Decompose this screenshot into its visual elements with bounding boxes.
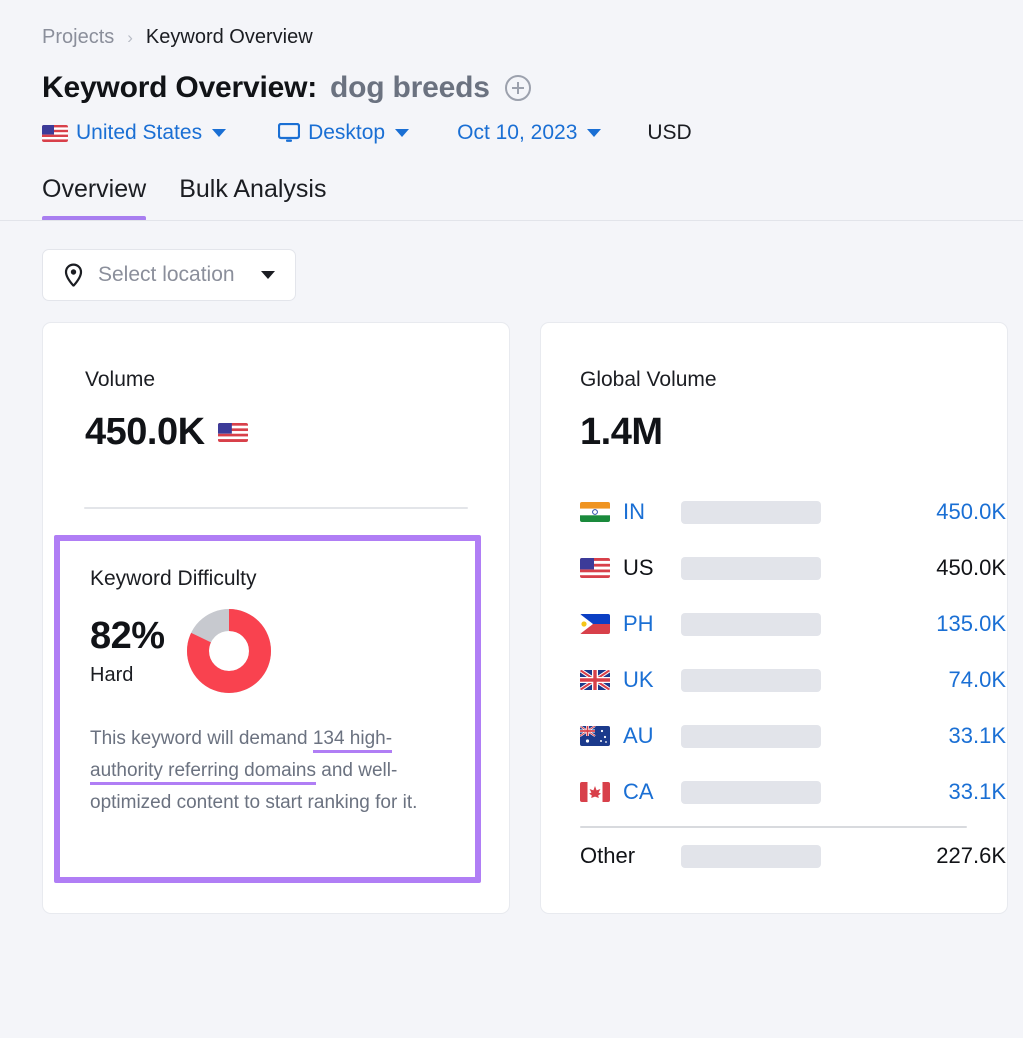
kd-desc-pre: This keyword will demand bbox=[90, 728, 313, 749]
country-volume-value[interactable]: 33.1K bbox=[821, 779, 1007, 805]
flag-us-icon bbox=[217, 423, 248, 442]
country-volume-value[interactable]: 135.0K bbox=[821, 611, 1007, 637]
country-volume-bar-track bbox=[681, 724, 821, 748]
country-filter[interactable]: United States bbox=[42, 121, 227, 145]
country-row-ca: CA 33.1K bbox=[580, 764, 1007, 820]
country-volume-bar-track bbox=[681, 500, 821, 524]
flag-au-image bbox=[580, 726, 610, 746]
country-row-us: US 450.0K bbox=[580, 540, 1007, 596]
country-volume-bar-track bbox=[681, 556, 821, 580]
page-title-keyword: dog breeds bbox=[330, 71, 490, 104]
device-filter-label: Desktop bbox=[308, 121, 386, 144]
flag-us-icon bbox=[580, 558, 610, 578]
keyword-difficulty-section: Keyword Difficulty 82% Hard This keyword… bbox=[60, 541, 475, 819]
tab-overview[interactable]: Overview bbox=[42, 175, 147, 221]
volume-value-row: 450.0K bbox=[85, 411, 509, 454]
country-row-in: IN 450.0K bbox=[580, 484, 1007, 540]
volume-section: Volume 450.0K bbox=[43, 323, 509, 454]
plus-circle-icon[interactable] bbox=[504, 75, 531, 101]
country-volume-value[interactable]: 450.0K bbox=[821, 499, 1007, 525]
flag-ca-image bbox=[580, 782, 610, 802]
keyword-difficulty-level: Hard bbox=[90, 664, 134, 686]
global-volume-value: 1.4M bbox=[580, 411, 663, 453]
country-volume-bar-track bbox=[681, 612, 821, 636]
flag-ca-icon bbox=[580, 782, 610, 802]
country-row-other: Other 227.6K bbox=[580, 828, 1007, 884]
flag-au-icon bbox=[580, 726, 610, 746]
tab-bulk-analysis[interactable]: Bulk Analysis bbox=[179, 175, 326, 221]
keyword-difficulty-score-text: 82% Hard bbox=[90, 615, 165, 687]
country-breakdown-list: IN 450.0K US 450.0K PH 135.0K UK 74.0K AU 33.1K CA… bbox=[580, 484, 1007, 820]
keyword-difficulty-percent: 82% bbox=[90, 615, 165, 657]
currency-label: USD bbox=[647, 121, 691, 145]
flag-uk-icon bbox=[580, 670, 610, 690]
chevron-down-icon bbox=[212, 129, 227, 137]
country-code-uk[interactable]: UK bbox=[623, 667, 681, 693]
breadcrumb-separator-icon: › bbox=[127, 28, 133, 47]
chevron-down-icon bbox=[260, 271, 275, 279]
location-select-wrap: Select location bbox=[0, 221, 1023, 301]
country-volume-value[interactable]: 74.0K bbox=[821, 667, 1007, 693]
location-select[interactable]: Select location bbox=[42, 249, 296, 301]
volume-label: Volume bbox=[85, 368, 156, 391]
keyword-difficulty-description: This keyword will demand 134 high-author… bbox=[90, 723, 462, 819]
device-filter[interactable]: Desktop bbox=[277, 121, 410, 145]
other-label: Other bbox=[580, 843, 636, 868]
flag-uk-image bbox=[580, 670, 610, 690]
country-code-ca[interactable]: CA bbox=[623, 779, 681, 805]
keyword-difficulty-label: Keyword Difficulty bbox=[90, 567, 257, 590]
breadcrumb: Projects › Keyword Overview bbox=[0, 0, 1023, 49]
chevron-down-icon bbox=[587, 129, 602, 137]
country-row-au: AU 33.1K bbox=[580, 708, 1007, 764]
flag-ph-image bbox=[580, 614, 610, 634]
country-volume-value[interactable]: 33.1K bbox=[821, 723, 1007, 749]
country-filter-label: United States bbox=[76, 121, 203, 144]
country-volume-value: 450.0K bbox=[936, 555, 1006, 580]
page-title: Keyword Overview: dog breeds bbox=[0, 49, 1023, 105]
currency-value: USD bbox=[647, 121, 692, 144]
country-code-au[interactable]: AU bbox=[623, 723, 681, 749]
card-divider bbox=[84, 507, 468, 509]
page-title-prefix: Keyword Overview: bbox=[42, 71, 318, 104]
volume-card: Volume 450.0K Keyword Difficulty 82% Har… bbox=[42, 322, 510, 914]
country-code-us: US bbox=[623, 555, 654, 580]
flag-in-image bbox=[580, 502, 610, 522]
metric-cards: Volume 450.0K Keyword Difficulty 82% Har… bbox=[0, 301, 1023, 914]
date-filter[interactable]: Oct 10, 2023 bbox=[457, 121, 602, 145]
country-code-ph[interactable]: PH bbox=[623, 611, 681, 637]
country-volume-bar-track bbox=[681, 668, 821, 692]
keyword-difficulty-highlight: Keyword Difficulty 82% Hard This keyword… bbox=[54, 535, 481, 883]
filter-row: United States Desktop Oct 10, 2023 USD bbox=[0, 105, 1023, 145]
other-volume-bar-track bbox=[681, 844, 821, 868]
keyword-difficulty-donut-chart bbox=[186, 609, 271, 693]
global-volume-value-row: 1.4M bbox=[580, 411, 1007, 454]
flag-us-icon bbox=[42, 124, 68, 142]
location-select-placeholder: Select location bbox=[98, 263, 235, 286]
breadcrumb-projects-link[interactable]: Projects bbox=[42, 26, 114, 49]
date-filter-label: Oct 10, 2023 bbox=[457, 121, 578, 144]
monitor-icon bbox=[277, 122, 301, 143]
chevron-down-icon bbox=[395, 129, 410, 137]
volume-value: 450.0K bbox=[85, 411, 205, 453]
country-volume-bar-track bbox=[681, 780, 821, 804]
tab-bar: Overview Bulk Analysis bbox=[0, 145, 1023, 221]
flag-us-image bbox=[580, 558, 610, 578]
breadcrumb-current: Keyword Overview bbox=[145, 26, 313, 48]
country-code-in[interactable]: IN bbox=[623, 499, 681, 525]
flag-in-icon bbox=[580, 502, 610, 522]
keyword-difficulty-score-row: 82% Hard bbox=[90, 609, 475, 693]
global-volume-label: Global Volume bbox=[580, 368, 717, 391]
global-volume-card: Global Volume 1.4M IN 450.0K US 450.0K PH 135… bbox=[540, 322, 1008, 914]
global-volume-section: Global Volume 1.4M IN 450.0K US 450.0K PH 135… bbox=[541, 323, 1007, 884]
other-volume-value: 227.6K bbox=[936, 843, 1006, 868]
tab-bar-rule bbox=[0, 220, 1023, 221]
flag-ph-icon bbox=[580, 614, 610, 634]
map-pin-icon bbox=[63, 263, 84, 287]
country-row-uk: UK 74.0K bbox=[580, 652, 1007, 708]
country-row-ph: PH 135.0K bbox=[580, 596, 1007, 652]
